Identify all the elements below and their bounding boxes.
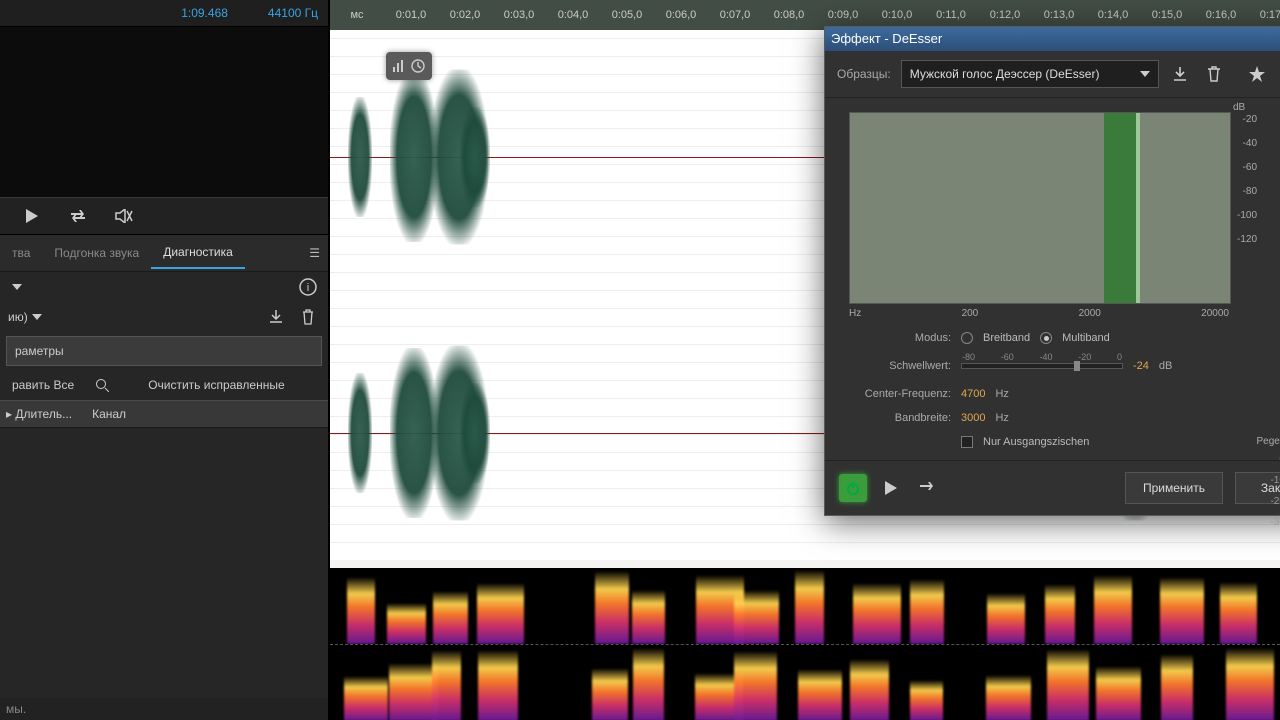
- chevron-down-icon: [1140, 71, 1150, 77]
- results-header: ▸ Длитель... Канал: [0, 400, 328, 428]
- bandwidth-value[interactable]: 3000: [961, 412, 985, 424]
- fix-all-button[interactable]: равить Все: [6, 374, 80, 396]
- levels-area: [0, 27, 328, 197]
- diag-preset-dropdown[interactable]: ию): [8, 310, 42, 324]
- y-ticks: -20-40-60-80-100-120: [1233, 114, 1257, 246]
- tl-tick: 0:10,0: [870, 9, 924, 21]
- diag-type-dropdown[interactable]: [8, 284, 22, 290]
- tl-tick: 0:16,0: [1194, 9, 1248, 21]
- db-axis-label: dB: [1233, 102, 1245, 113]
- freq-chart[interactable]: [849, 112, 1231, 304]
- col-channel[interactable]: Канал: [92, 407, 126, 421]
- clear-fixed-button[interactable]: Очистить исправленные: [142, 374, 290, 396]
- transport-row: [0, 197, 328, 235]
- clock-icon: [410, 58, 426, 74]
- col-duration[interactable]: ▸ Длитель...: [6, 407, 72, 421]
- levels-icon: [392, 59, 406, 73]
- tl-tick: 0:13,0: [1032, 9, 1086, 21]
- mode-label: Modus:: [843, 332, 951, 344]
- power-button[interactable]: [839, 474, 867, 502]
- radio-broadband[interactable]: [961, 332, 973, 344]
- freq-band-edge: [1136, 113, 1140, 303]
- action-row: равить Все Очистить исправленные: [0, 370, 328, 400]
- deesser-dialog: Эффект - DeEsser ✕ Образцы: Мужской голо…: [824, 26, 1280, 516]
- import-preset-icon[interactable]: [1169, 62, 1192, 86]
- track-chip[interactable]: [386, 52, 432, 80]
- deesser-controls: Pegelabsenkung 0 --10 --20 --30 - 0,0 dB…: [825, 324, 1280, 460]
- dialog-titlebar[interactable]: Эффект - DeEsser ✕: [825, 27, 1280, 51]
- threshold-label: Schwellwert:: [843, 360, 951, 372]
- preset-label: Образцы:: [837, 67, 891, 81]
- tl-tick: 0:09,0: [816, 9, 870, 21]
- play-button[interactable]: [20, 204, 44, 228]
- bandwidth-label: Bandbreite:: [843, 412, 951, 424]
- tab-diagnostics[interactable]: Диагностика: [151, 237, 245, 269]
- only-sibilance-checkbox[interactable]: [961, 436, 973, 448]
- delete-preset-icon[interactable]: [296, 305, 320, 329]
- loop-button[interactable]: [66, 204, 90, 228]
- star-icon[interactable]: [1245, 62, 1268, 86]
- trash-icon[interactable]: [1202, 62, 1225, 86]
- diag-select-row-1: i: [0, 272, 328, 302]
- chart-area: dB -20-40-60-80-100-120 Hz200200020000: [825, 98, 1280, 325]
- preset-dropdown[interactable]: Мужской голос Деэссер (DeEsser): [901, 60, 1159, 88]
- threshold-value[interactable]: -24: [1133, 360, 1149, 372]
- tl-tick: 0:14,0: [1086, 9, 1140, 21]
- centerfreq-label: Center-Frequenz:: [843, 388, 951, 400]
- dialog-buttons: Применить Закрыть: [825, 460, 1280, 515]
- apply-button[interactable]: Применить: [1125, 472, 1223, 504]
- svg-text:i: i: [307, 282, 309, 294]
- sample-rate: 44100 Гц: [268, 6, 318, 20]
- spectro-right: [330, 644, 1280, 720]
- tl-tick: 0:06,0: [654, 9, 708, 21]
- info-icon[interactable]: i: [296, 275, 320, 299]
- preview-loop-button[interactable]: [915, 476, 939, 500]
- diag-select-row-2: ию): [0, 302, 328, 332]
- tl-tick: 0:17,0: [1248, 9, 1280, 21]
- centerfreq-value[interactable]: 4700: [961, 388, 985, 400]
- tl-tick: 0:05,0: [600, 9, 654, 21]
- params-header[interactable]: раметры: [6, 336, 322, 366]
- editor-area: мс 0:01,0 0:02,0 0:03,0 0:04,0 0:05,0 0:…: [330, 0, 1280, 720]
- gain-reduction-label: Pegelabsenkung: [1256, 436, 1280, 447]
- tl-tick: 0:01,0: [384, 9, 438, 21]
- preset-row: Образцы: Мужской голос Деэссер (DeEsser)…: [825, 51, 1280, 98]
- threshold-slider[interactable]: -80-60-40-200: [961, 363, 1123, 369]
- tl-tick: мс: [330, 9, 384, 21]
- tab-match[interactable]: Подгонка звука: [42, 238, 151, 268]
- download-preset-icon[interactable]: [264, 305, 288, 329]
- tl-tick: 0:08,0: [762, 9, 816, 21]
- tab-properties[interactable]: тва: [0, 238, 42, 268]
- preview-play-button[interactable]: [879, 476, 903, 500]
- tl-tick: 0:07,0: [708, 9, 762, 21]
- side-tabs: тва Подгонка звука Диагностика ☰: [0, 235, 328, 272]
- panel-menu-icon[interactable]: ☰: [309, 246, 320, 260]
- tl-tick: 0:03,0: [492, 9, 546, 21]
- dialog-title: Эффект - DeEsser: [831, 31, 942, 46]
- tl-tick: 0:11,0: [924, 9, 978, 21]
- spectrogram-area[interactable]: [330, 568, 1280, 720]
- x-ticks: Hz200200020000: [849, 308, 1229, 319]
- status-bar: мы.: [0, 698, 328, 720]
- left-panel: 1:09.468 44100 Гц тва Подгонка звука Диа…: [0, 0, 330, 720]
- search-icon[interactable]: [90, 373, 114, 397]
- tl-tick: 0:12,0: [978, 9, 1032, 21]
- mute-button[interactable]: [112, 204, 136, 228]
- freq-band: [1104, 113, 1136, 303]
- tl-tick: 0:02,0: [438, 9, 492, 21]
- top-info: 1:09.468 44100 Гц: [0, 0, 328, 27]
- tl-tick: 0:15,0: [1140, 9, 1194, 21]
- playhead-time: 1:09.468: [181, 6, 228, 20]
- radio-multiband[interactable]: [1040, 332, 1052, 344]
- tl-tick: 0:04,0: [546, 9, 600, 21]
- spectro-left: [330, 568, 1280, 644]
